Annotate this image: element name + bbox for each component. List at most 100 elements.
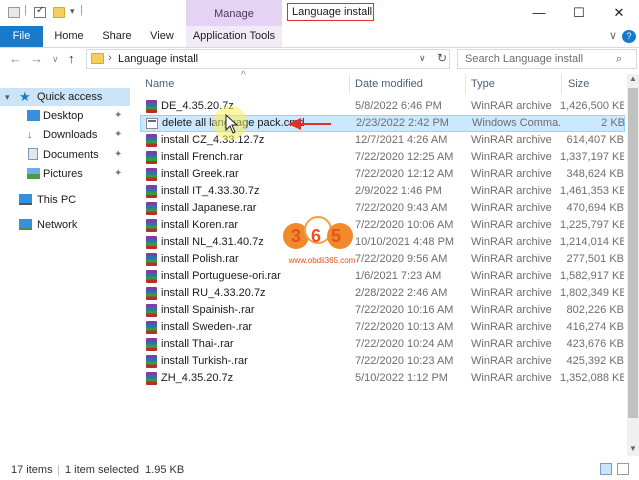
file-row[interactable]: install Spainish-.rar 7/22/2020 10:16 AM W… <box>140 302 625 319</box>
file-size: 1,582,917 KB <box>560 270 624 282</box>
file-name: install Thai-.rar <box>161 338 234 350</box>
desktop-icon <box>27 110 40 121</box>
pictures-icon <box>27 168 40 179</box>
file-row[interactable]: install Turkish-.rar 7/22/2020 10:23 AM Wi… <box>140 353 625 370</box>
pin-icon[interactable]: ✦ <box>114 107 122 125</box>
new-folder-icon[interactable] <box>53 7 65 18</box>
file-size: 2 KB <box>601 117 625 129</box>
qa-divider-2: | <box>80 4 83 16</box>
nav-quick-access[interactable]: ▾ ★ Quick access <box>0 88 130 106</box>
breadcrumb-current[interactable]: Language install <box>118 53 198 65</box>
winrar-archive-icon <box>146 134 157 147</box>
recent-locations-button[interactable]: ∨ <box>52 54 59 65</box>
winrar-archive-icon <box>146 236 157 249</box>
pin-icon[interactable]: ✦ <box>114 126 122 144</box>
scroll-up-icon[interactable]: ▲ <box>629 74 637 83</box>
file-name: install French.rar <box>161 151 243 163</box>
file-size: 802,226 KB <box>566 304 625 316</box>
status-divider: | <box>57 464 60 476</box>
file-name: install IT_4.33.30.7z <box>161 185 260 197</box>
file-row[interactable]: ZH_4.35.20.7z 5/10/2022 1:12 PM WinRAR arc… <box>140 370 625 387</box>
file-row[interactable]: install Portuguese-ori.rar 1/6/2021 7:23 … <box>140 268 625 285</box>
file-row[interactable]: install Sweden-.rar 7/22/2020 10:13 AM Win… <box>140 319 625 336</box>
details-view-icon[interactable] <box>600 463 612 475</box>
window-title: Language install <box>287 3 374 21</box>
collapse-chevron-icon[interactable]: ▾ <box>5 88 10 106</box>
breadcrumb-separator: › <box>108 52 112 64</box>
file-row[interactable]: install NL_4.31.40.7z 10/10/2021 4:48 PM W… <box>140 234 625 251</box>
help-icon[interactable]: ? <box>622 30 636 43</box>
file-row[interactable]: install Greek.rar 7/22/2020 12:12 AM WinRA… <box>140 166 625 183</box>
tab-share[interactable]: Share <box>97 26 137 47</box>
pin-icon[interactable]: ✦ <box>114 146 122 164</box>
column-divider[interactable] <box>561 74 562 94</box>
nav-documents[interactable]: Documents ✦ <box>0 146 130 164</box>
winrar-archive-icon <box>146 219 157 232</box>
file-row[interactable]: install French.rar 7/22/2020 12:25 AM WinR… <box>140 149 625 166</box>
large-icons-view-icon[interactable] <box>617 463 629 475</box>
winrar-archive-icon <box>146 372 157 385</box>
pin-icon[interactable]: ✦ <box>114 165 122 183</box>
nav-downloads[interactable]: ↓ Downloads ✦ <box>0 126 130 144</box>
nav-network[interactable]: Network <box>0 216 130 234</box>
scrollbar-thumb[interactable] <box>628 88 638 418</box>
file-date: 5/8/2022 6:46 PM <box>355 100 442 112</box>
forward-button[interactable]: → <box>30 51 43 66</box>
file-row[interactable]: install Koren.rar 7/22/2020 10:06 AM WinRA… <box>140 217 625 234</box>
file-row[interactable]: install RU_4.33.20.7z 2/28/2022 2:46 AM Wi… <box>140 285 625 302</box>
file-size: 1,214,014 KB <box>560 236 624 248</box>
file-date: 7/22/2020 9:56 AM <box>355 253 448 265</box>
column-header-type[interactable]: Type <box>471 78 495 90</box>
winrar-archive-icon <box>146 287 157 300</box>
column-divider[interactable] <box>465 74 466 94</box>
column-header-size[interactable]: Size <box>568 78 589 90</box>
downloads-icon: ↓ <box>27 129 33 141</box>
file-row[interactable]: install CZ_4.33.12.7z 12/7/2021 4:26 AM Wi… <box>140 132 625 149</box>
file-row[interactable]: install IT_4.33.30.7z 2/9/2022 1:46 PM Win… <box>140 183 625 200</box>
tab-file[interactable]: File <box>0 26 43 47</box>
column-header-date[interactable]: Date modified <box>355 78 423 90</box>
file-size: 614,407 KB <box>566 134 625 146</box>
address-dropdown-button[interactable]: ∨ <box>419 53 426 64</box>
back-button[interactable]: ← <box>9 51 22 66</box>
file-type: WinRAR archive <box>471 338 552 350</box>
file-date: 7/22/2020 9:43 AM <box>355 202 448 214</box>
column-header-name[interactable]: Name <box>145 78 174 90</box>
tab-application-tools[interactable]: Application Tools <box>186 26 282 47</box>
file-type: WinRAR archive <box>471 100 552 112</box>
winrar-archive-icon <box>146 304 157 317</box>
qa-customize-icon[interactable]: ▾ <box>70 6 75 17</box>
nav-pictures[interactable]: Pictures ✦ <box>0 165 130 183</box>
file-row[interactable]: DE_4.35.20.7z 5/8/2022 6:46 PM WinRAR arch… <box>140 98 625 115</box>
file-row[interactable]: install Polish.rar 7/22/2020 9:56 AM WinRA… <box>140 251 625 268</box>
tab-view[interactable]: View <box>144 26 180 47</box>
star-icon: ★ <box>19 89 31 104</box>
ribbon-expand-icon[interactable]: ∨ <box>606 26 620 47</box>
file-name: ZH_4.35.20.7z <box>161 372 234 384</box>
file-name: install RU_4.33.20.7z <box>161 287 266 299</box>
maximize-button[interactable]: ☐ <box>559 0 599 26</box>
up-button[interactable]: ↑ <box>68 51 75 66</box>
winrar-archive-icon <box>146 168 157 181</box>
close-button[interactable]: ✕ <box>599 0 639 26</box>
file-row[interactable]: install Japanese.rar 7/22/2020 9:43 AM Win… <box>140 200 625 217</box>
search-input[interactable]: Search Language install ⌕ <box>457 49 637 69</box>
nav-desktop[interactable]: Desktop ✦ <box>0 107 130 125</box>
file-row[interactable]: install Thai-.rar 7/22/2020 10:24 AM WinRA… <box>140 336 625 353</box>
file-type: WinRAR archive <box>471 185 552 197</box>
file-date: 7/22/2020 10:13 AM <box>355 321 454 333</box>
nav-this-pc[interactable]: This PC <box>0 191 130 209</box>
file-type: WinRAR archive <box>471 372 552 384</box>
scroll-down-icon[interactable]: ▼ <box>629 444 637 453</box>
watermark-number: 365 <box>291 226 352 246</box>
refresh-button[interactable]: ↻ <box>437 51 447 65</box>
manage-context-tab[interactable]: Manage <box>186 0 282 26</box>
file-size: 1,337,197 KB <box>560 151 624 163</box>
properties-icon[interactable]: ✓ <box>34 5 46 18</box>
watermark-logo: 365 www.obdii365.com <box>282 212 362 268</box>
tab-home[interactable]: Home <box>50 26 88 47</box>
minimize-button[interactable]: — <box>519 0 559 26</box>
column-divider[interactable] <box>349 74 350 94</box>
file-type: WinRAR archive <box>471 236 552 248</box>
address-bar[interactable]: › Language install ∨ ↻ <box>86 49 450 69</box>
